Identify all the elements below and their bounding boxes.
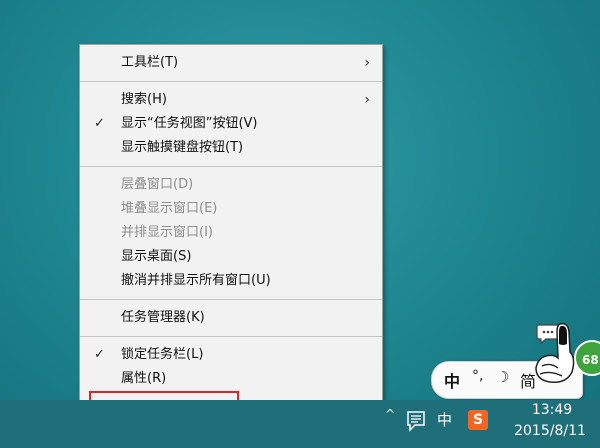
chevron-right-icon: ›	[364, 92, 370, 108]
menu-item-label: 属性(R)	[121, 371, 167, 386]
menu-item-side-by-side: 并排显示窗口(I)	[80, 221, 382, 245]
menu-item-label: 锁定任务栏(L)	[121, 347, 204, 362]
action-center-icon[interactable]	[406, 410, 426, 432]
checkmark-icon: ✓	[94, 347, 105, 362]
tray-expand-icon[interactable]: ^	[385, 407, 395, 421]
menu-item-label: 堆叠显示窗口(E)	[121, 201, 218, 216]
tray-input-method[interactable]: 中	[437, 409, 452, 430]
menu-item-properties[interactable]: 属性(R)	[80, 367, 382, 391]
menu-separator	[80, 81, 382, 82]
menu-item-label: 搜索(H)	[121, 92, 167, 107]
menu-item-stack-windows: 堆叠显示窗口(E)	[80, 197, 382, 221]
taskbar-context-menu: 工具栏(T) › 搜索(H) › ✓ 显示“任务视图”按钮(V) 显示触摸键盘按…	[79, 44, 383, 428]
menu-item-undo-side-by-side[interactable]: 撤消并排显示所有窗口(U)	[80, 269, 382, 293]
menu-item-label: 工具栏(T)	[121, 55, 179, 70]
clock-date[interactable]: 2015/8/11	[505, 423, 595, 439]
checkmark-icon: ✓	[94, 116, 105, 131]
menu-item-task-manager[interactable]: 任务管理器(K)	[80, 306, 382, 330]
clock-time[interactable]: 13:49	[512, 402, 592, 418]
menu-separator	[80, 336, 382, 337]
ime-punctuation-toggle[interactable]: °,	[472, 368, 483, 384]
ime-mascot-icon[interactable]	[532, 322, 578, 384]
menu-item-lock-taskbar[interactable]: ✓ 锁定任务栏(L)	[80, 343, 382, 367]
menu-item-show-touch-keyboard[interactable]: 显示触摸键盘按钮(T)	[80, 136, 382, 160]
menu-item-label: 层叠窗口(D)	[121, 177, 194, 192]
ime-mode-toggle[interactable]: 中	[444, 368, 460, 392]
menu-item-label: 显示“任务视图”按钮(V)	[121, 116, 258, 131]
menu-item-label: 显示桌面(S)	[121, 249, 192, 264]
menu-item-cascade-windows: 层叠窗口(D)	[80, 173, 382, 197]
menu-item-label: 撤消并排显示所有窗口(U)	[121, 273, 271, 288]
menu-item-show-desktop[interactable]: 显示桌面(S)	[80, 245, 382, 269]
menu-item-label: 显示触摸键盘按钮(T)	[121, 140, 244, 155]
menu-item-label: 任务管理器(K)	[121, 310, 205, 325]
moon-icon[interactable]: ☽	[496, 368, 509, 386]
menu-separator	[80, 166, 382, 167]
menu-separator	[80, 299, 382, 300]
menu-item-search[interactable]: 搜索(H) ›	[80, 88, 382, 112]
sogou-ime-icon[interactable]: S	[468, 410, 488, 430]
menu-item-show-task-view[interactable]: ✓ 显示“任务视图”按钮(V)	[80, 112, 382, 136]
menu-item-toolbars[interactable]: 工具栏(T) ›	[80, 51, 382, 75]
menu-item-label: 并排显示窗口(I)	[121, 225, 213, 240]
chevron-right-icon: ›	[364, 55, 370, 71]
